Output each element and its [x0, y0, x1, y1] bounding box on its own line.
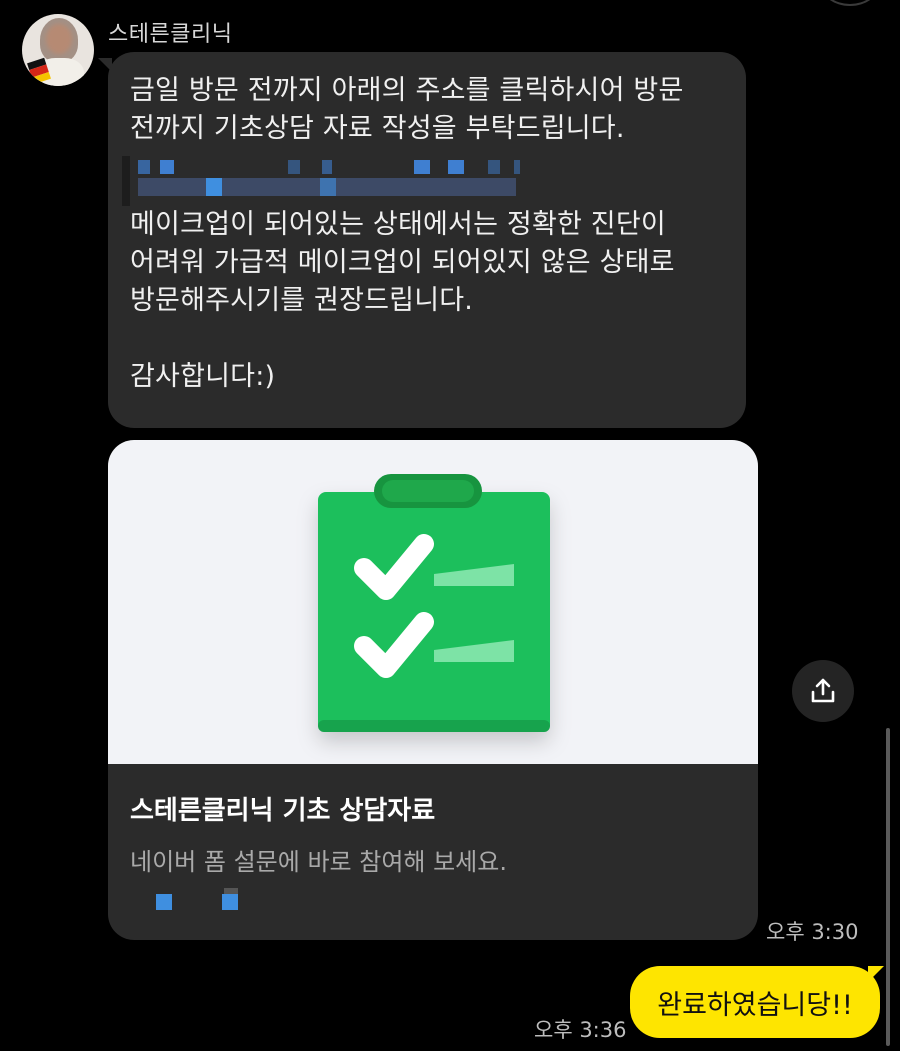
share-button[interactable]: [792, 660, 854, 722]
share-icon: [811, 678, 835, 703]
sender-name: 스테른클리닉: [108, 22, 233, 47]
top-partial-circle: [820, 0, 880, 6]
my-message-text: 완료하였습니당!!: [657, 989, 853, 1021]
clipboard-checklist-icon: [318, 474, 550, 732]
my-message-bubble: 완료하였습니당!!: [630, 966, 880, 1038]
message-line: 금일 방문 전까지 아래의 주소를 클릭하시어 방문: [130, 75, 684, 106]
message-line: 메이크업이 되어있는 상태에서는 정확한 진단이: [130, 209, 666, 240]
avatar[interactable]: [22, 14, 94, 86]
message-line: 전까지 기초상담 자료 작성을 부탁드립니다.: [130, 113, 625, 144]
message-line: 어려워 가급적 메이크업이 되어있지 않은 상태로: [130, 247, 675, 278]
message-line: 감사합니다:): [130, 361, 276, 392]
my-message-timestamp: 오후 3:36: [534, 1018, 627, 1042]
card-image: [108, 440, 758, 764]
message-timestamp: 오후 3:30: [766, 920, 859, 944]
scrollbar[interactable]: [886, 728, 890, 1046]
redacted-link[interactable]: [148, 888, 348, 918]
message-line: 방문해주시기를 권장드립니다.: [130, 285, 474, 316]
message-bubble: 금일 방문 전까지 아래의 주소를 클릭하시어 방문 전까지 기초상담 자료 작…: [108, 52, 746, 428]
card-description: 네이버 폼 설문에 바로 참여해 보세요.: [130, 848, 507, 876]
redacted-link[interactable]: [122, 148, 724, 206]
card-title: 스테른클리닉 기초 상담자료: [130, 796, 436, 826]
link-preview-card[interactable]: 스테른클리닉 기초 상담자료 네이버 폼 설문에 바로 참여해 보세요.: [108, 440, 758, 940]
